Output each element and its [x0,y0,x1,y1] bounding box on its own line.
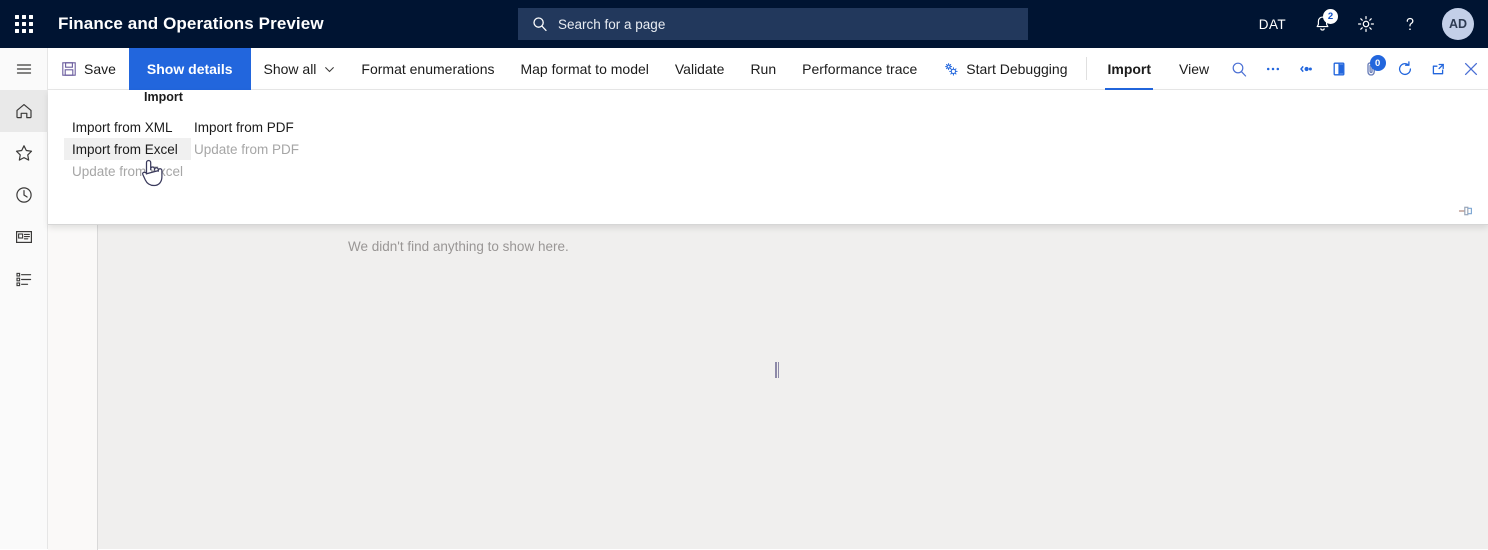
show-all-button[interactable]: Show all [251,48,349,90]
empty-state-message: We didn't find anything to show here. [348,239,569,254]
list-icon [15,272,31,287]
app-title: Finance and Operations Preview [58,14,324,33]
notifications-button[interactable]: 2 [1300,0,1344,48]
pin-flyout-button[interactable] [1458,204,1474,218]
sidebar-item-workspaces[interactable] [0,216,48,258]
command-bar-divider [1086,57,1088,80]
clock-icon [15,187,32,203]
validate-button[interactable]: Validate [662,48,738,90]
start-debugging-label: Start Debugging [966,61,1068,77]
app-launcher-button[interactable] [0,0,48,48]
settings-button[interactable] [1344,0,1388,48]
global-search-input[interactable]: Search for a page [518,8,1028,40]
show-all-label: Show all [263,61,317,77]
help-button[interactable] [1388,0,1432,48]
overflow-ellipsis-icon [1266,67,1279,71]
format-enumerations-button[interactable]: Format enumerations [348,48,507,90]
sidebar-item-favorites[interactable] [0,132,48,174]
save-label: Save [84,61,116,77]
sidebar-item-home[interactable] [0,90,48,132]
notification-count-badge: 2 [1323,9,1338,24]
command-bar: Save Show details Show all Format enumer… [48,48,1488,90]
menu-item-update-from-pdf: Update from PDF [194,141,300,157]
search-icon [532,16,548,32]
menu-item-import-from-excel[interactable]: Import from Excel [64,138,192,160]
sidebar-item-modules[interactable] [0,258,48,300]
menu-item-import-from-xml[interactable]: Import from XML [64,116,191,138]
search-icon [1232,62,1247,77]
gear-icon [1357,15,1375,33]
overflow-menu-button[interactable] [1256,48,1289,90]
save-button[interactable]: Save [48,48,129,90]
question-mark-icon [1406,17,1414,31]
floppy-disk-icon [61,61,77,77]
open-in-new-pane-icon [1333,62,1345,76]
run-button[interactable]: Run [737,48,789,90]
attachments-button[interactable]: 0 [1356,48,1389,90]
show-details-button[interactable]: Show details [128,48,251,90]
map-format-to-model-button[interactable]: Map format to model [507,48,661,90]
start-debugging-button[interactable]: Start Debugging [930,48,1080,90]
vertical-splitter-handle[interactable] [775,362,779,378]
tab-view[interactable]: View [1165,48,1223,90]
app-launcher-icon [15,15,33,33]
chevron-down-icon [324,64,335,75]
workspace-card-icon [15,230,32,244]
gears-icon [943,61,959,77]
avatar-initials: AD [1448,17,1468,31]
link-share-icon [1300,65,1312,73]
import-flyout-menu: Import Import from XML Import from Excel… [48,90,1488,225]
open-in-pane-button[interactable] [1322,48,1355,90]
app-header: Finance and Operations Preview Search fo… [0,0,1488,48]
popout-icon [1433,63,1445,75]
link-share-button[interactable] [1289,48,1322,90]
performance-trace-button[interactable]: Performance trace [789,48,930,90]
tab-import[interactable]: Import [1093,48,1165,90]
close-icon [1465,62,1478,76]
attachment-count-badge: 0 [1369,55,1386,71]
header-actions: DAT 2 AD [1245,0,1488,48]
company-selector[interactable]: DAT [1245,0,1300,48]
sidebar-item-recent[interactable] [0,174,48,216]
avatar[interactable]: AD [1442,8,1474,40]
sidebar-item-menu-toggle[interactable] [0,48,48,90]
refresh-button[interactable] [1389,48,1422,90]
refresh-icon [1399,61,1412,76]
close-button[interactable] [1455,48,1488,90]
star-icon [15,145,32,161]
navigation-rail [0,48,48,549]
flyout-group-title: Import [144,90,183,104]
flyout-column-1: Import from XML Import from Excel Update… [64,116,192,182]
flyout-column-2: Import from PDF Update from PDF [186,116,307,160]
pin-icon [1458,206,1472,216]
hamburger-icon [16,64,31,74]
menu-item-import-from-pdf[interactable]: Import from PDF [186,116,307,138]
home-icon [15,104,32,119]
global-search-placeholder: Search for a page [558,16,666,32]
toolbar-search-button[interactable] [1223,48,1256,90]
menu-item-update-from-excel: Update from Excel [72,163,184,179]
popout-button[interactable] [1422,48,1455,90]
